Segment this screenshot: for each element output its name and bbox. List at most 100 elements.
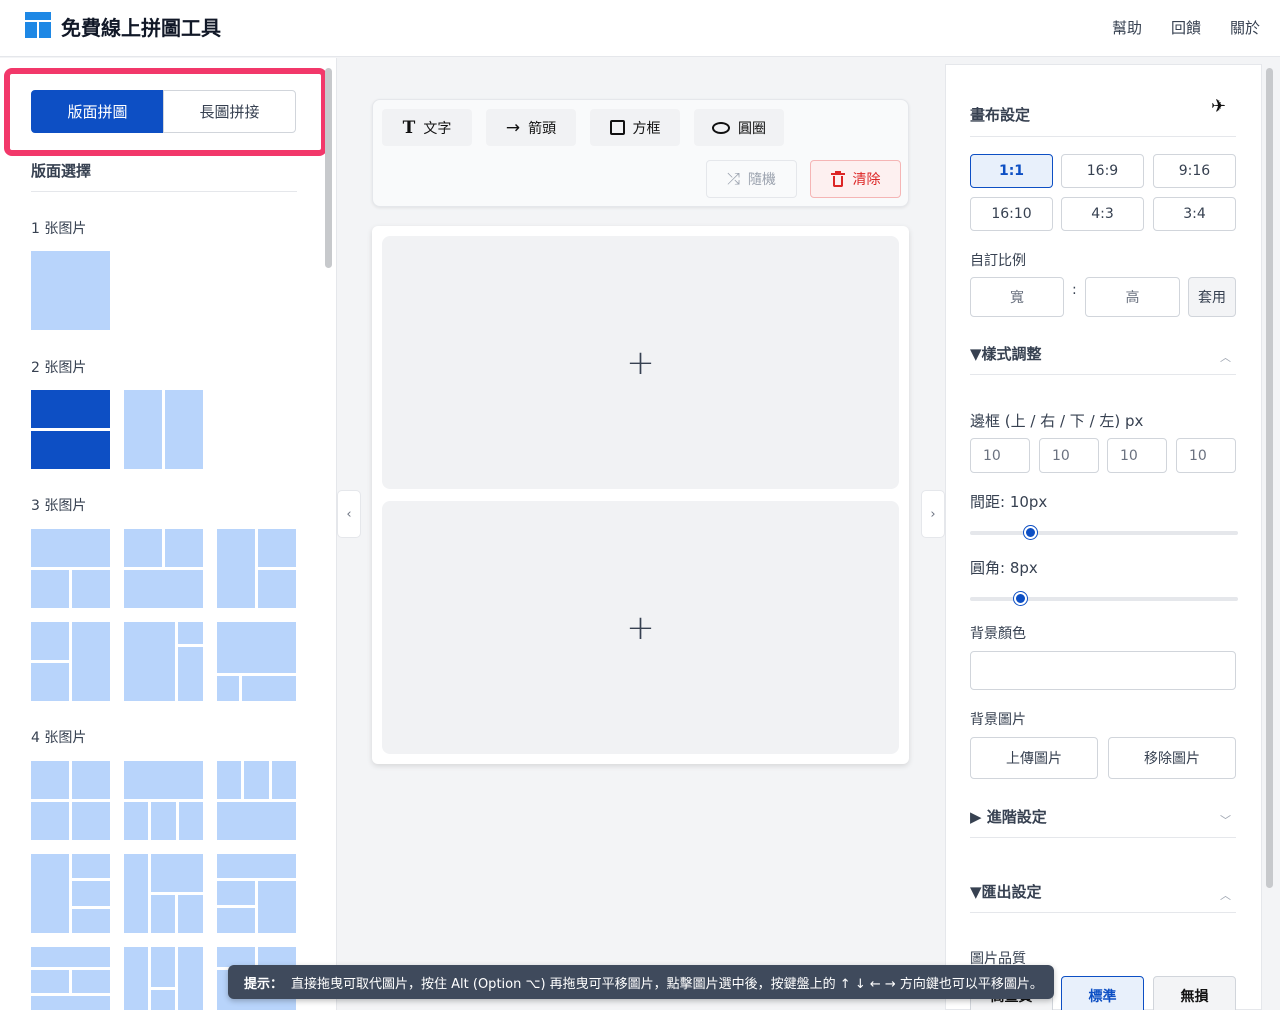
layout-template[interactable] [124, 854, 203, 933]
divider [970, 837, 1236, 838]
spacing-slider[interactable] [970, 526, 1238, 539]
advanced-settings-toggle[interactable]: ▶ 進階設定 [970, 806, 1047, 827]
chevron-up-icon[interactable]: ︿ [1220, 887, 1231, 903]
upload-image-button[interactable]: 上傳圖片 [970, 737, 1098, 779]
divider [970, 374, 1236, 375]
layout-template[interactable] [31, 854, 110, 933]
export-settings-toggle[interactable]: ▼匯出設定 [970, 881, 1042, 902]
top-bar: 免費線上拼圖工具 幫助 回饋 關於 [0, 0, 1280, 57]
plus-icon: + [626, 342, 655, 383]
tip-text: 直接拖曳可取代圖片，按住 Alt (Option ⌥) 再拖曳可平移圖片，點擊圖… [291, 976, 1043, 992]
layout-template[interactable] [124, 761, 203, 840]
ellipse-icon [712, 121, 730, 134]
border-top-input[interactable]: 10 [970, 438, 1030, 473]
layout-template[interactable] [217, 761, 296, 840]
bg-image-label: 背景圖片 [970, 712, 1026, 728]
nav-about-link[interactable]: 關於 [1230, 17, 1260, 38]
divider [970, 912, 1236, 913]
collapse-right-button[interactable]: › [921, 490, 945, 538]
spacing-label: 間距: 10px [970, 493, 1048, 511]
radius-slider[interactable] [970, 592, 1238, 605]
right-scrollbar[interactable] [1266, 68, 1273, 888]
nav-help-link[interactable]: 幫助 [1112, 17, 1142, 38]
ratio-1-1-button[interactable]: 1:1 [970, 154, 1053, 188]
apply-ratio-button[interactable]: 套用 [1188, 277, 1236, 317]
ratio-16-10-button[interactable]: 16:10 [970, 197, 1053, 231]
annotation-toolbar: T 文字 → 箭頭 方框 圓圈 ⤮ 隨機 清除 [372, 99, 909, 207]
tip-label: 提示： [244, 976, 284, 992]
image-slot[interactable]: + [382, 501, 899, 754]
app-title: 免費線上拼圖工具 [61, 16, 221, 40]
bg-color-picker[interactable] [970, 651, 1236, 690]
group-label-1: 1 张图片 [31, 221, 87, 237]
text-icon: T [402, 117, 416, 138]
nav-feedback-link[interactable]: 回饋 [1171, 17, 1201, 38]
radius-label: 圓角: 8px [970, 559, 1038, 577]
mode-grid-button[interactable]: 版面拼圖 [31, 90, 164, 133]
custom-ratio-label: 自訂比例 [970, 253, 1026, 269]
style-adjust-toggle[interactable]: ▼樣式調整 [970, 343, 1042, 364]
layout-section-title: 版面選擇 [31, 162, 92, 180]
box-tool-button[interactable]: 方框 [590, 109, 680, 146]
layout-template[interactable] [217, 854, 296, 933]
spacing-slider-thumb[interactable] [1024, 526, 1037, 539]
layout-template[interactable] [31, 390, 110, 469]
clear-button[interactable]: 清除 [810, 160, 901, 198]
layout-template[interactable] [124, 947, 203, 1010]
border-right-input[interactable]: 10 [1039, 438, 1099, 473]
layout-template[interactable] [124, 622, 203, 701]
trash-icon [830, 171, 845, 187]
collapse-left-button[interactable]: ‹ [337, 490, 361, 538]
ratio-4-3-button[interactable]: 4:3 [1061, 197, 1144, 231]
remove-image-button[interactable]: 移除圖片 [1108, 737, 1236, 779]
group-label-4: 4 张图片 [31, 730, 87, 746]
border-label: 邊框 (上 / 右 / 下 / 左) px [970, 412, 1144, 430]
layout-template[interactable] [124, 529, 203, 608]
layout-template[interactable] [217, 529, 296, 608]
layout-template[interactable] [124, 390, 203, 469]
plus-icon: + [626, 607, 655, 648]
quality-lossless-button[interactable]: 無損 [1153, 976, 1236, 1010]
ratio-3-4-button[interactable]: 3:4 [1153, 197, 1236, 231]
chevron-up-icon[interactable]: ︿ [1220, 349, 1231, 365]
ratio-9-16-button[interactable]: 9:16 [1153, 154, 1236, 188]
pin-icon[interactable]: ✈ [1211, 96, 1226, 117]
group-label-3: 3 张图片 [31, 498, 87, 514]
ratio-width-input[interactable]: 寬 [970, 277, 1064, 317]
layout-sidebar: 版面拼圖 長圖拼接 版面選擇 1 张图片 2 张图片 3 张图片 4 张图片 [0, 58, 337, 1010]
text-tool-button[interactable]: T 文字 [382, 109, 472, 146]
layout-template[interactable] [31, 251, 110, 330]
layout-template[interactable] [217, 622, 296, 701]
divider [31, 191, 297, 192]
arrow-icon: → [505, 117, 521, 138]
image-slot[interactable]: + [382, 236, 899, 489]
tip-toast: 提示： 直接拖曳可取代圖片，按住 Alt (Option ⌥) 再拖曳可平移圖片… [228, 965, 1054, 999]
divider [970, 136, 1236, 137]
left-scrollbar[interactable] [325, 68, 332, 268]
quality-standard-button[interactable]: 標準 [1061, 976, 1144, 1010]
circle-tool-button[interactable]: 圓圈 [694, 109, 784, 146]
layout-template[interactable] [31, 622, 110, 701]
layout-template[interactable] [31, 761, 110, 840]
radius-slider-thumb[interactable] [1014, 592, 1027, 605]
canvas-settings-title: 畫布設定 [970, 106, 1031, 124]
chevron-right-icon: › [930, 506, 936, 522]
random-button[interactable]: ⤮ 隨機 [706, 160, 797, 198]
chevron-down-icon[interactable]: ﹀ [1220, 812, 1231, 828]
border-left-input[interactable]: 10 [1176, 438, 1236, 473]
ratio-colon: : [1072, 282, 1077, 298]
bg-color-label: 背景顏色 [970, 626, 1026, 642]
shuffle-icon: ⤮ [727, 169, 740, 188]
layout-template[interactable] [31, 529, 110, 608]
mode-long-image-button[interactable]: 長圖拼接 [163, 90, 296, 133]
group-label-2: 2 张图片 [31, 360, 87, 376]
app-logo-icon [25, 12, 51, 38]
arrow-tool-button[interactable]: → 箭頭 [486, 109, 576, 146]
ratio-height-input[interactable]: 高 [1085, 277, 1180, 317]
square-icon [609, 120, 625, 135]
layout-template[interactable] [31, 947, 110, 1010]
border-bottom-input[interactable]: 10 [1107, 438, 1167, 473]
chevron-left-icon: ‹ [346, 506, 352, 522]
collage-canvas: + + [372, 226, 909, 764]
ratio-16-9-button[interactable]: 16:9 [1061, 154, 1144, 188]
